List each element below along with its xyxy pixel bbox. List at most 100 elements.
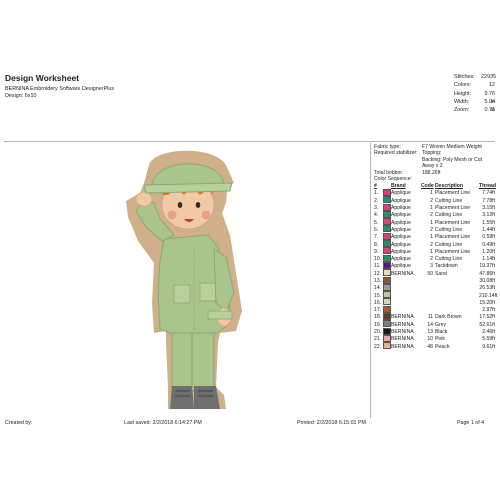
color-swatch [383,320,391,328]
thread-length: 7.78ft [482,197,495,204]
color-sequence-row: 14. 26.53ft [374,283,495,292]
thread-description: Pink [435,336,445,343]
thread-brand: Applique [391,263,411,270]
sequence-number: 2. [374,197,379,204]
header-divider [4,141,495,142]
thread-code: 2 [430,197,433,204]
stat-height: Height: 9.76 in [454,90,495,105]
thread-brand: BERNINA [391,343,414,350]
thread-brand: Applique [391,248,411,255]
right-boot [194,386,220,409]
color-sequence-row: 4. Applique 2 Cutting Line 3.12ft [374,210,495,219]
color-swatch [383,261,391,269]
thread-code: 13 [427,329,433,336]
thread-length: 1.20ft [482,248,495,255]
color-sequence-row: 3. Applique 1 Placement Line 3.15ft [374,203,495,212]
thread-description: Cutting Line [435,241,463,248]
color-sequence-row: 20. BERNINA 13 Black 2.46ft [374,327,495,336]
color-sequence-row: 15. 210.14ft [374,291,497,300]
color-sequence-row: 13. 30.08ft [374,276,495,285]
color-sequence-row: 17. 2.97ft [374,305,495,314]
color-sequence-row: 5. Applique 1 Placement Line 1.55ft [374,218,495,227]
thread-length: 19.37ft [479,263,495,270]
thread-length: 26.53ft [479,285,495,292]
thread-length: 30.08ft [479,278,495,284]
sequence-number: 19. [374,321,382,328]
sequence-number: 17. [374,307,382,314]
thread-length: 52.61ft [479,321,495,328]
design-name: Design: 6x10 [5,93,37,99]
color-swatch [383,298,391,306]
color-swatch [383,305,391,313]
thread-length: 1.44ft [482,226,495,233]
thread-description: Placement Line [435,219,471,226]
thread-brand: Applique [391,219,411,226]
color-sequence-row: 19. BERNINA 14 Grey 52.61ft [374,320,495,329]
thread-code: 48 [427,343,433,350]
thread-description: Placement Line [435,205,471,212]
color-sequence-row: 21. BERNINA 10 Pink 5.59ft [374,334,495,343]
sequence-number: 22. [374,343,382,350]
color-swatch [383,254,391,262]
color-swatch [383,218,391,226]
thread-description: Placement Line [435,248,471,255]
thread-brand: Applique [391,197,411,204]
thread-description: Dark Brown [435,314,462,321]
sequence-number: 12. [374,270,382,277]
thread-description: Black [435,329,448,336]
thread-code: 3 [430,263,433,270]
color-swatch [383,312,391,320]
thread-brand: Applique [391,190,411,197]
sequence-number: 21. [374,336,382,343]
sequence-header: # Brand Code Description Thread [374,183,496,190]
worksheet-title: Design Worksheet [5,73,80,83]
thread-code: 2 [430,241,433,248]
thread-length: 15.20ft [479,299,495,306]
thread-description: Sand [435,270,447,277]
color-swatch [383,232,391,240]
thread-brand: BERNINA [391,321,414,328]
stat-width: Width: 5.04 in [454,98,495,114]
color-swatch [383,342,391,350]
thread-description: Tackdown [435,263,458,270]
sequence-number: 10. [374,256,382,263]
thread-brand: Applique [391,212,411,219]
stat-colors: Colors: 12 [454,82,495,89]
color-sequence-row: 6. Applique 2 Cutting Line 1.44ft [374,225,495,234]
thread-brand: Applique [391,256,411,263]
thread-code: 1 [430,219,433,226]
color-swatch [383,210,391,218]
thread-code: 50 [427,270,433,277]
soldier-illustration [126,150,242,409]
color-sequence-row: 12. BERNINA 50 Sand 47.86ft [374,269,495,278]
sequence-number: 1. [374,190,379,197]
sequence-number: 8. [374,241,379,248]
thread-length: 17.52ft [479,314,495,321]
sequence-number: 9. [374,248,379,255]
thread-brand: Applique [391,234,411,241]
thread-brand: Applique [391,226,411,233]
color-sequence-row: 8. Applique 2 Cutting Line 0.49ft [374,240,495,249]
thread-description: Cutting Line [435,256,463,263]
sequence-number: 20. [374,329,382,336]
color-swatch [383,203,391,211]
sequence-number: 16. [374,299,382,306]
color-swatch [383,291,391,299]
color-swatch [383,334,391,342]
color-sequence-row: 18. BERNINA 11 Dark Brown 17.52ft [374,312,495,321]
color-swatch [383,240,391,248]
thread-description: Peach [435,343,450,350]
thread-code: 2 [430,256,433,263]
thread-description: Grey [435,321,447,328]
software-name: BERNINA Embroidery Software DesignerPlus [5,86,115,92]
thread-description: Cutting Line [435,226,463,233]
printed-date: Printed: 2/2/2018 6:15:01 PM [297,420,366,426]
color-sequence-row: 16. 15.20ft [374,298,495,307]
sequence-number: 15. [374,292,382,299]
thread-code: 11 [427,314,433,321]
left-boot [170,386,194,409]
color-swatch [383,269,391,277]
thread-code: 1 [430,248,433,255]
sequence-number: 6. [374,226,379,233]
thread-brand: BERNINA [391,329,414,336]
